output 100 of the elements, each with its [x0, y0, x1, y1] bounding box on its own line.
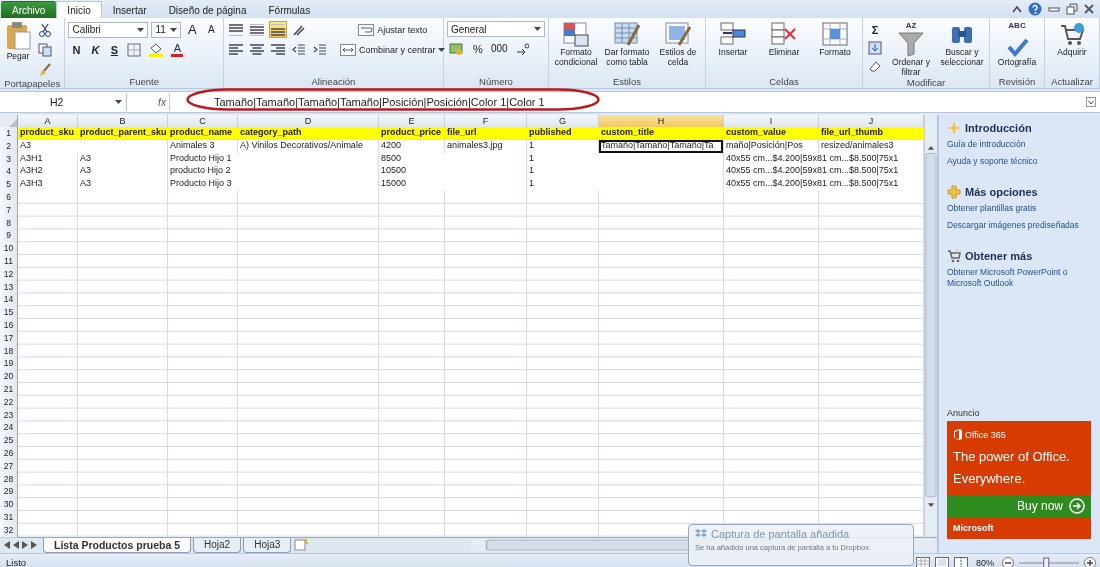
- table-cell: A3: [78, 165, 167, 179]
- paste-button[interactable]: Pegar: [3, 21, 33, 61]
- thousands-button[interactable]: 000: [488, 40, 510, 57]
- fill-button[interactable]: [866, 39, 884, 56]
- decrease-indent-button[interactable]: [289, 41, 308, 58]
- align-button[interactable]: [268, 21, 287, 38]
- ad-headline: The power of Office. Everywhere.: [952, 448, 1071, 488]
- ribbon-button[interactable]: Adquirir: [1048, 21, 1096, 57]
- table-cell: 1: [527, 165, 723, 179]
- help-link[interactable]: Obtener plantillas gratis: [947, 203, 1100, 214]
- italic-button[interactable]: K: [87, 41, 104, 58]
- sheet-tab[interactable]: Lista Productos prueba 5: [43, 537, 192, 553]
- help-link[interactable]: Descargar imágenes prediseñadas: [947, 220, 1100, 231]
- bold-button[interactable]: N: [68, 41, 85, 58]
- align-button[interactable]: [268, 41, 287, 58]
- ad-label: Anuncio: [947, 408, 981, 418]
- copy-icon: [38, 42, 52, 57]
- zoom-slider[interactable]: [1019, 556, 1079, 567]
- group-label: Fuente: [128, 76, 160, 88]
- zoom-out-icon: [1002, 556, 1014, 567]
- ribbon-button[interactable]: Dar formato como tabla: [603, 21, 651, 67]
- row-number: 10: [0, 242, 18, 256]
- wrap-text-button[interactable]: Ajustar texto: [337, 21, 448, 38]
- plus-icon: [947, 185, 961, 199]
- row-number: 5: [0, 178, 18, 192]
- group-label: Estilos: [612, 76, 642, 88]
- align-right-icon: [270, 43, 285, 56]
- ribbon-button[interactable]: AZ Ordenar y filtrar: [887, 21, 935, 77]
- cut-button[interactable]: [36, 21, 54, 38]
- arrow-down-icon: [868, 40, 882, 55]
- zoom-level[interactable]: 80%: [976, 557, 994, 567]
- ribbon-button[interactable]: Insertar: [709, 21, 757, 57]
- align-button[interactable]: [247, 21, 266, 38]
- copy-button[interactable]: [36, 41, 54, 58]
- ad-banner[interactable]: Office 365 The power of Office. Everywhere. Buy now Microsoft: [947, 421, 1091, 539]
- sheet-tab[interactable]: Hoja3: [243, 537, 292, 553]
- notification-title: Captura de pantalla añadida: [711, 528, 850, 540]
- sparkle-icon: [947, 121, 961, 135]
- indent-icon: [312, 42, 327, 57]
- help-link[interactable]: Guía de introducción: [947, 139, 1100, 150]
- help-icon: [1028, 2, 1042, 16]
- restore-icon: [1066, 3, 1078, 15]
- ribbon-button[interactable]: Formato: [811, 21, 859, 57]
- close-icon: [1084, 4, 1094, 14]
- ribbon-tab[interactable]: Inicio: [56, 1, 102, 18]
- font-dropdown[interactable]: Calibri: [68, 21, 149, 38]
- ribbon-tab[interactable]: Fórmulas: [257, 1, 322, 18]
- box-icon: [695, 528, 707, 540]
- colored-grid-icon: [562, 21, 590, 47]
- ribbon-button[interactable]: Eliminar: [760, 21, 808, 57]
- table-cell: producto Hijo 2: [168, 165, 378, 179]
- ribbon-button[interactable]: Estilos de celda: [654, 21, 702, 67]
- page-break-icon: [954, 557, 968, 567]
- align-button[interactable]: [247, 41, 266, 58]
- function-label[interactable]: fx: [155, 96, 169, 108]
- font-size-dropdown[interactable]: 11: [151, 21, 182, 38]
- ribbon-tab[interactable]: Archivo: [1, 1, 57, 18]
- percent-button[interactable]: %: [469, 40, 486, 57]
- align-button[interactable]: [226, 21, 245, 38]
- row-number: 19: [0, 357, 18, 372]
- table-cell: 40x55 cm...$4.200|59x81 cm...$8.500|75x1: [724, 165, 923, 179]
- section-title: Más opciones: [965, 186, 1038, 198]
- color-bar-icon: [171, 53, 184, 57]
- row-number: 15: [0, 306, 18, 320]
- ribbon-tab[interactable]: Diseño de página: [157, 1, 258, 18]
- minimize-icon: [1048, 5, 1060, 13]
- ribbon-button[interactable]: Formato condicional: [552, 21, 600, 67]
- number-format-dropdown[interactable]: General: [446, 21, 545, 37]
- page-layout-icon: [935, 557, 949, 567]
- underline-button[interactable]: S: [106, 41, 123, 58]
- sheet-tab[interactable]: Hoja2: [193, 537, 242, 553]
- autosum-button[interactable]: Σ: [866, 21, 884, 38]
- caret-icon: [533, 27, 541, 31]
- font-color-button[interactable]: A: [169, 41, 186, 58]
- merge-center-button[interactable]: Combinar y centrar: [337, 41, 448, 58]
- vertical-scrollbar[interactable]: [924, 115, 937, 536]
- grow-font-button[interactable]: A: [184, 21, 201, 38]
- align-top-icon: [228, 23, 243, 36]
- ribbon-button[interactable]: Buscar y seleccionar: [938, 21, 986, 67]
- chevron-up-icon: [1012, 5, 1022, 13]
- row-number: 14: [0, 293, 18, 308]
- normal-view-icon: [916, 557, 930, 567]
- shrink-font-button[interactable]: A: [203, 21, 220, 38]
- clipboard-icon: [4, 21, 32, 51]
- help-link[interactable]: Ayuda y soporte técnico: [947, 156, 1100, 167]
- formula-field[interactable]: Tamaño|Tamaño|Tamaño|Tamaño|Posición|Posición|Color 1|Color 1: [169, 93, 1100, 111]
- group-label: Alineación: [310, 76, 357, 88]
- funnel-icon: [897, 31, 925, 57]
- buy-button[interactable]: Buy now: [947, 495, 1091, 517]
- slider-thumb[interactable]: [1043, 557, 1050, 567]
- table-cell: A3H2: [18, 165, 77, 179]
- table-cell: product_price: [379, 127, 444, 140]
- ribbon-tab[interactable]: Insertar: [101, 1, 158, 18]
- align-button[interactable]: [226, 41, 245, 58]
- align-middle-icon: [249, 23, 264, 36]
- ribbon-button[interactable]: ABC Ortografía: [993, 21, 1041, 67]
- table-cell: 15000: [379, 178, 526, 191]
- decimal-arrow-icon: [514, 41, 529, 56]
- help-link[interactable]: Obtener Microsoft PowerPoint o Microsoft Outlook: [947, 267, 1100, 289]
- table-brush-icon: [613, 21, 641, 47]
